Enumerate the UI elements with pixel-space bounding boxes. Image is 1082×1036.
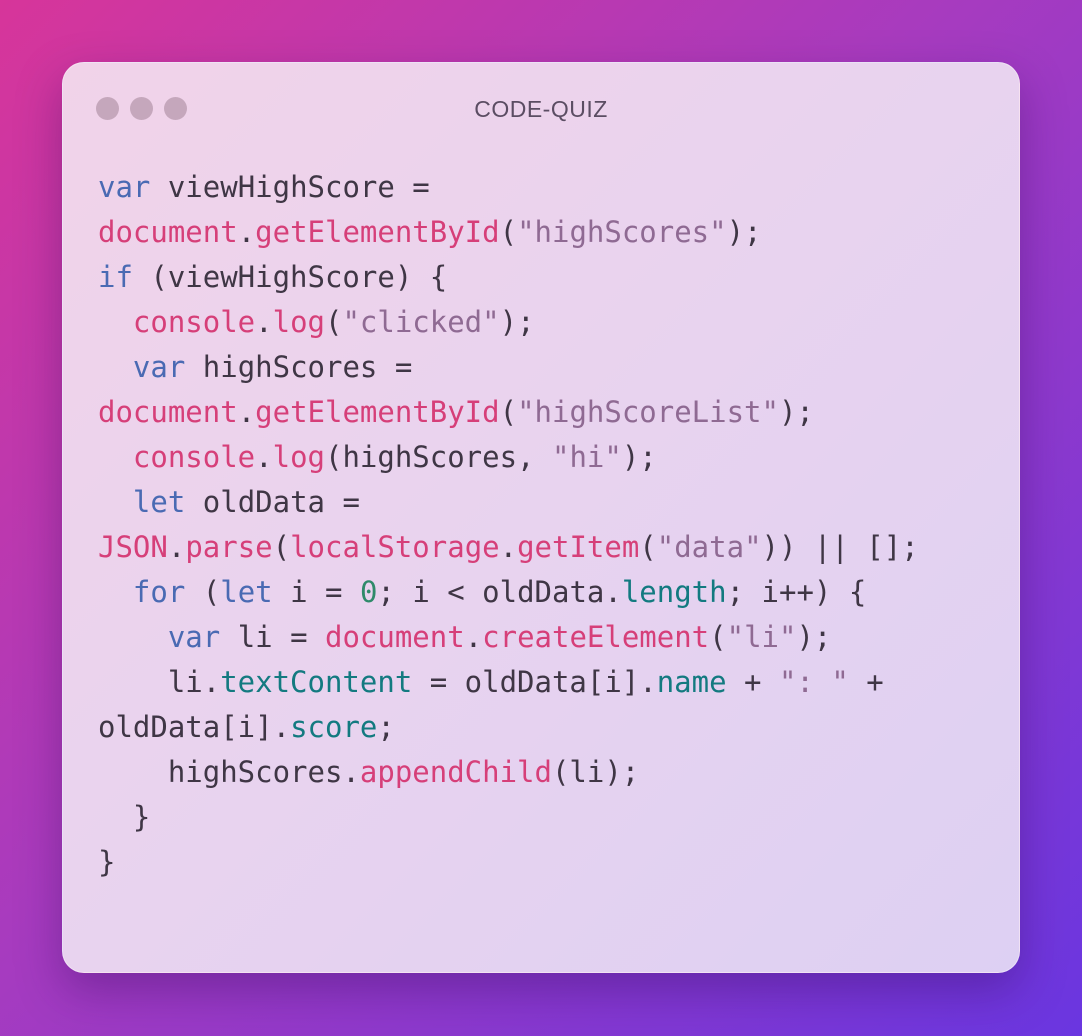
code-token: ": " [778, 665, 849, 699]
code-line: oldData[i].score; [98, 705, 919, 750]
code-token: ; i++) { [726, 575, 867, 609]
code-token: console [132, 305, 256, 339]
code-token: viewHighScore = [150, 170, 430, 204]
code-line: document.getElementById("highScoreList")… [98, 390, 919, 435]
code-token: "highScoreList" [517, 395, 779, 429]
code-token: } [98, 800, 151, 834]
code-token: ); [796, 620, 832, 654]
code-token: log [272, 305, 325, 339]
code-token: ; [377, 710, 395, 744]
code-token: document [325, 620, 465, 654]
code-token: (viewHighScore) { [132, 260, 448, 294]
code-token: "hi" [551, 440, 622, 474]
code-token: length [621, 575, 727, 609]
code-token: console [132, 440, 256, 474]
code-token: oldData[i]. [98, 710, 291, 744]
code-line: highScores.appendChild(li); [98, 750, 919, 795]
code-token: . [237, 395, 256, 429]
code-line: var li = document.createElement("li"); [98, 615, 919, 660]
code-token: document [98, 395, 238, 429]
code-token: ( [499, 215, 518, 249]
code-token: li = [220, 620, 325, 654]
code-line: var viewHighScore = [98, 165, 919, 210]
code-token: getElementById [255, 215, 500, 249]
code-token: var [132, 350, 186, 384]
code-line: } [98, 795, 919, 840]
code-token: let [132, 485, 186, 519]
code-token: appendChild [359, 755, 552, 789]
code-token: ); [621, 440, 657, 474]
code-token: log [272, 440, 325, 474]
code-token: if [98, 260, 133, 294]
code-token: for [132, 575, 186, 609]
code-token: ( [185, 575, 221, 609]
code-token: localStorage [290, 530, 500, 564]
code-line: document.getElementById("highScores"); [98, 210, 919, 255]
code-token: li. [98, 665, 221, 699]
code-token: ); [778, 395, 814, 429]
code-token: + [726, 665, 779, 699]
code-token: "data" [656, 530, 762, 564]
code-token: "highScores" [517, 215, 727, 249]
code-window: CODE-QUIZ var viewHighScore = document.ge… [62, 62, 1020, 973]
window-titlebar: CODE-QUIZ [63, 63, 1019, 155]
code-line: console.log(highScores, "hi"); [98, 435, 919, 480]
code-token: (highScores, [325, 440, 552, 474]
code-token: (li); [551, 755, 640, 789]
code-line: JSON.parse(localStorage.getItem("data"))… [98, 525, 919, 570]
code-line: var highScores = [98, 345, 919, 390]
code-token: ); [499, 305, 535, 339]
code-token: name [656, 665, 727, 699]
code-line: li.textContent = oldData[i].name + ": " … [98, 660, 919, 705]
code-token: . [499, 530, 518, 564]
code-token: createElement [482, 620, 710, 654]
code-token: "clicked" [342, 305, 500, 339]
code-token: textContent [220, 665, 413, 699]
code-token: } [98, 845, 116, 879]
code-token: highScores. [98, 755, 360, 789]
code-token: )) || []; [761, 530, 919, 564]
code-token: = oldData[i]. [412, 665, 657, 699]
code-token: highScores = [185, 350, 413, 384]
code-token: ; i < oldData. [377, 575, 622, 609]
code-token: getElementById [255, 395, 500, 429]
code-token: document [98, 215, 238, 249]
code-token: . [255, 440, 273, 474]
code-line: console.log("clicked"); [98, 300, 919, 345]
code-token: ( [325, 305, 343, 339]
code-token: . [237, 215, 256, 249]
code-token: ); [726, 215, 762, 249]
code-line: let oldData = [98, 480, 919, 525]
code-line: if (viewHighScore) { [98, 255, 919, 300]
code-token: . [464, 620, 483, 654]
code-token: ( [639, 530, 657, 564]
code-token: + [848, 665, 884, 699]
code-token: ( [272, 530, 291, 564]
code-token: ( [709, 620, 727, 654]
code-token: parse [185, 530, 273, 564]
code-token: JSON [98, 530, 168, 564]
code-line: for (let i = 0; i < oldData.length; i++)… [98, 570, 919, 615]
code-block: var viewHighScore = document.getElementBy… [98, 165, 919, 885]
code-token: i = [272, 575, 360, 609]
code-token: let [220, 575, 273, 609]
code-token: getItem [517, 530, 640, 564]
code-token: var [98, 170, 151, 204]
window-title: CODE-QUIZ [474, 96, 608, 122]
code-token: score [290, 710, 378, 744]
code-token: ( [499, 395, 518, 429]
code-token: . [167, 530, 186, 564]
code-line: } [98, 840, 919, 885]
code-token: oldData = [185, 485, 360, 519]
code-token: var [167, 620, 221, 654]
code-token: . [255, 305, 273, 339]
code-token: "li" [726, 620, 797, 654]
code-token: 0 [359, 575, 378, 609]
